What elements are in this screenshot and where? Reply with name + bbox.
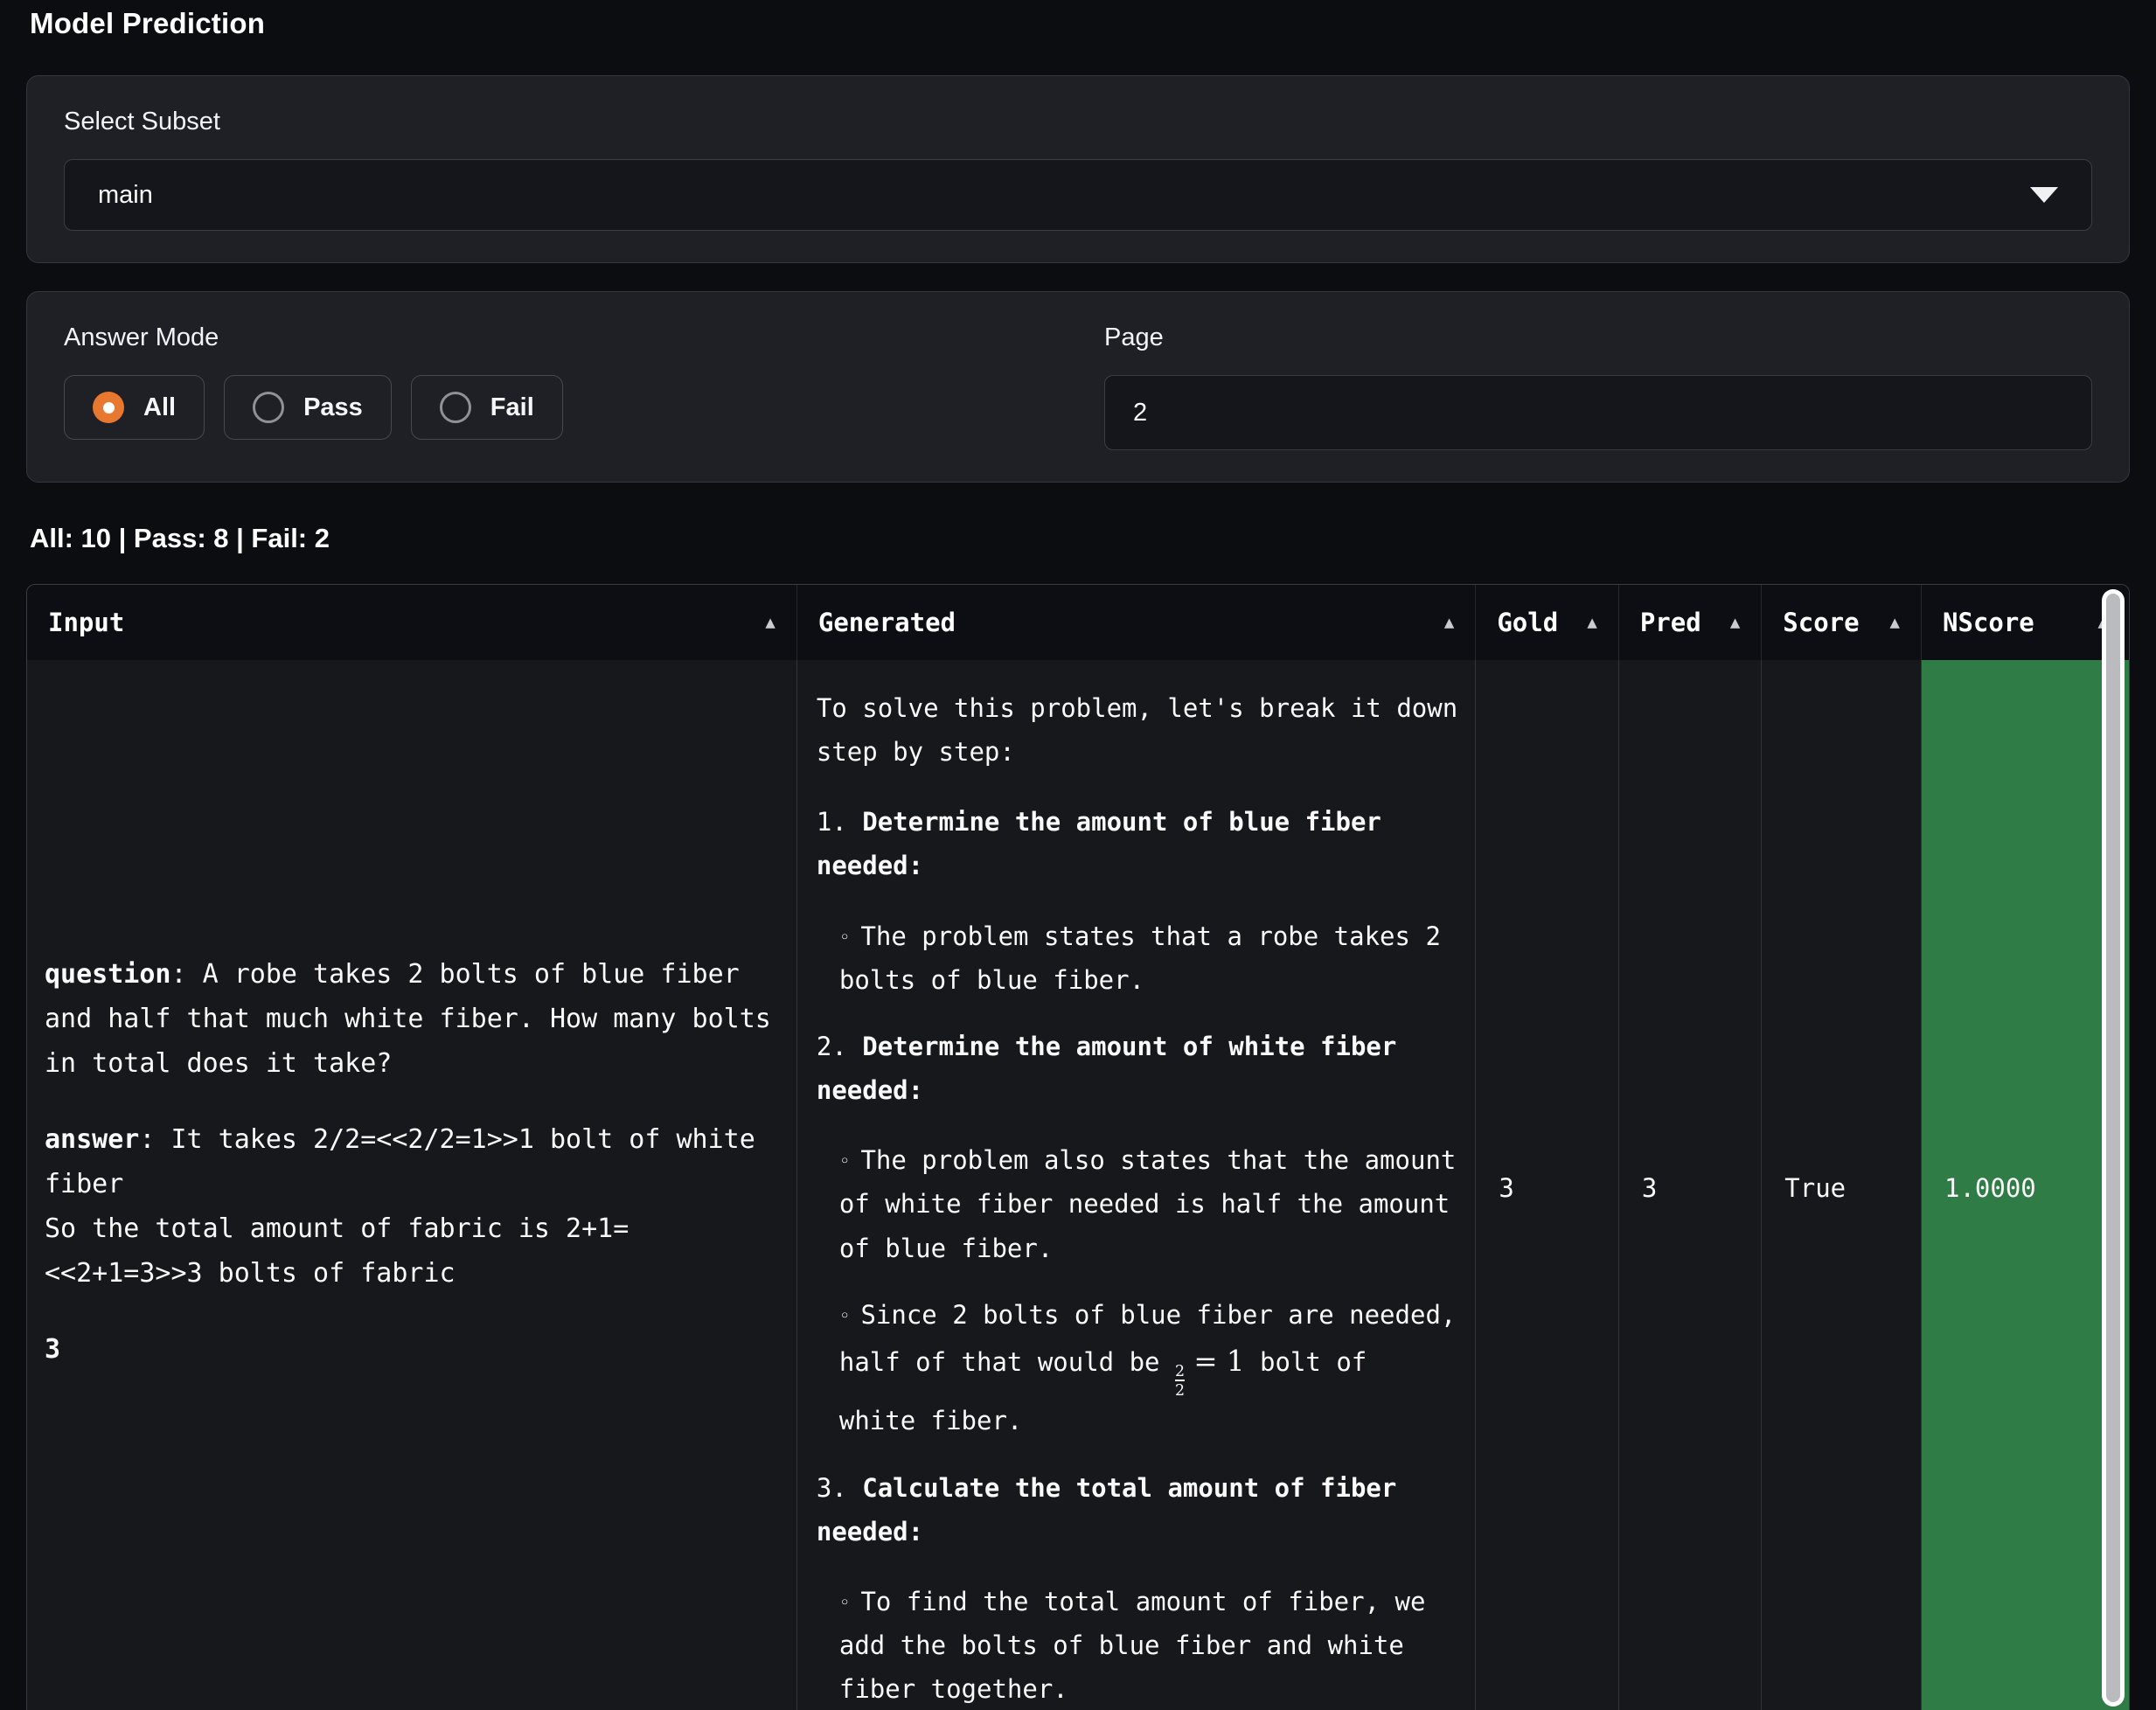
column-header-score[interactable]: Score ▲ [1761, 585, 1921, 660]
status-counts: All: 10 | Pass: 8 | Fail: 2 [30, 523, 2130, 554]
chevron-down-icon [2030, 187, 2058, 203]
bullet-icon: ◦ [839, 1305, 851, 1326]
column-header-gold[interactable]: Gold ▲ [1475, 585, 1617, 660]
radio-option-label: All [143, 393, 176, 422]
answer-mode-group: Answer Mode All Pass Fail [64, 323, 1052, 450]
cell-input[interactable]: question: A robe takes 2 bolts of blue f… [27, 660, 796, 1710]
page-label: Page [1104, 323, 2092, 352]
sort-ascending-icon: ▲ [1444, 613, 1454, 632]
radio-option-label: Fail [490, 393, 534, 422]
subset-card: Select Subset main [26, 75, 2130, 263]
sort-ascending-icon: ▲ [1890, 613, 1900, 632]
sort-ascending-icon: ▲ [1587, 613, 1596, 632]
column-header-generated[interactable]: Generated ▲ [796, 585, 1475, 660]
column-header-nscore[interactable]: NScore ▲ [1921, 585, 2129, 660]
cell-gold[interactable]: 3 [1475, 660, 1617, 1710]
radio-option-all[interactable]: All [64, 375, 205, 440]
table-header-row: Input ▲ Generated ▲ Gold ▲ Pred ▲ Score … [27, 585, 2129, 660]
cell-nscore[interactable]: 1.0000 [1921, 660, 2129, 1710]
radio-selected-icon [93, 392, 124, 423]
subset-select[interactable]: main [64, 159, 2092, 231]
page-input-value: 2 [1133, 399, 1147, 428]
page-input[interactable]: 2 [1104, 375, 2092, 450]
radio-unselected-icon [440, 392, 471, 423]
math-expression: 22 = 1 [1175, 1347, 1245, 1377]
answer-mode-radio-row: All Pass Fail [64, 375, 1052, 440]
subset-label: Select Subset [64, 108, 2092, 136]
filters-card: Answer Mode All Pass Fail Page 2 [26, 291, 2130, 483]
vertical-scrollbar[interactable] [2102, 589, 2125, 1707]
cell-pred[interactable]: 3 [1618, 660, 1761, 1710]
sort-ascending-icon: ▲ [765, 613, 775, 632]
table-row: question: A robe takes 2 bolts of blue f… [27, 660, 2129, 1710]
vertical-scrollbar-thumb[interactable] [2106, 594, 2120, 1702]
bullet-icon: ◦ [839, 1150, 851, 1171]
bullet-icon: ◦ [839, 927, 851, 948]
app-page: Model Prediction Select Subset main Answ… [0, 0, 2156, 1710]
radio-option-pass[interactable]: Pass [224, 375, 392, 440]
subset-select-value: main [98, 181, 153, 210]
answer-mode-label: Answer Mode [64, 323, 1052, 352]
page-title: Model Prediction [30, 7, 2130, 40]
results-table: Input ▲ Generated ▲ Gold ▲ Pred ▲ Score … [26, 584, 2130, 1710]
column-header-input[interactable]: Input ▲ [27, 585, 796, 660]
page-group: Page 2 [1104, 323, 2092, 450]
sort-ascending-icon: ▲ [1730, 613, 1740, 632]
radio-unselected-icon [253, 392, 284, 423]
radio-option-label: Pass [303, 393, 363, 422]
cell-score[interactable]: True [1761, 660, 1921, 1710]
column-header-pred[interactable]: Pred ▲ [1618, 585, 1761, 660]
radio-option-fail[interactable]: Fail [411, 375, 563, 440]
bullet-icon: ◦ [839, 1592, 851, 1613]
cell-generated[interactable]: To solve this problem, let's break it do… [796, 660, 1475, 1710]
